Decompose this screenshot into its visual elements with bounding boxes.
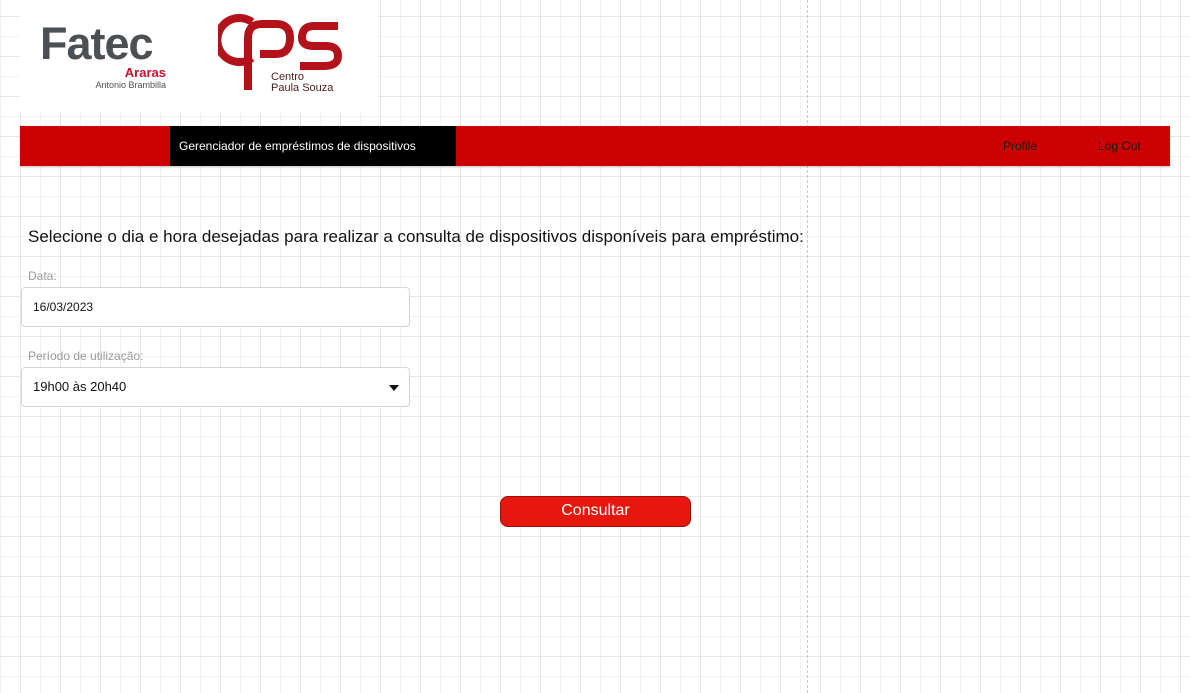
caret-down-icon [389,385,399,391]
fatec-logo-unit: Antonio Brambilla [95,80,166,90]
form-instructions: Selecione o dia e hora desejadas para re… [28,227,804,246]
date-field[interactable]: 16/03/2023 [21,287,410,327]
top-navbar: Gerenciador de empréstimos de dispositiv… [20,126,1170,166]
header-logos: Fatec Araras Antonio Brambilla Centro Pa… [20,0,378,112]
nav-brand[interactable]: Gerenciador de empréstimos de dispositiv… [170,126,456,166]
date-label: Data: [28,269,57,283]
cps-logo-line2: Paula Souza [271,82,334,94]
period-select[interactable]: 19h00 às 20h40 [21,367,410,407]
date-value: 16/03/2023 [33,300,94,314]
fatec-logo: Fatec [40,18,154,69]
nav-profile-link[interactable]: Profile [1003,126,1037,166]
consult-button[interactable]: Consultar [500,496,691,527]
period-value: 19h00 às 20h40 [33,379,127,394]
layout-guide-line [807,0,808,693]
nav-logout-link[interactable]: Log Out [1098,126,1141,166]
period-label: Período de utilização: [28,349,144,363]
cps-logo-text: Centro Paula Souza [271,72,333,94]
fatec-logo-city: Araras [124,65,166,80]
